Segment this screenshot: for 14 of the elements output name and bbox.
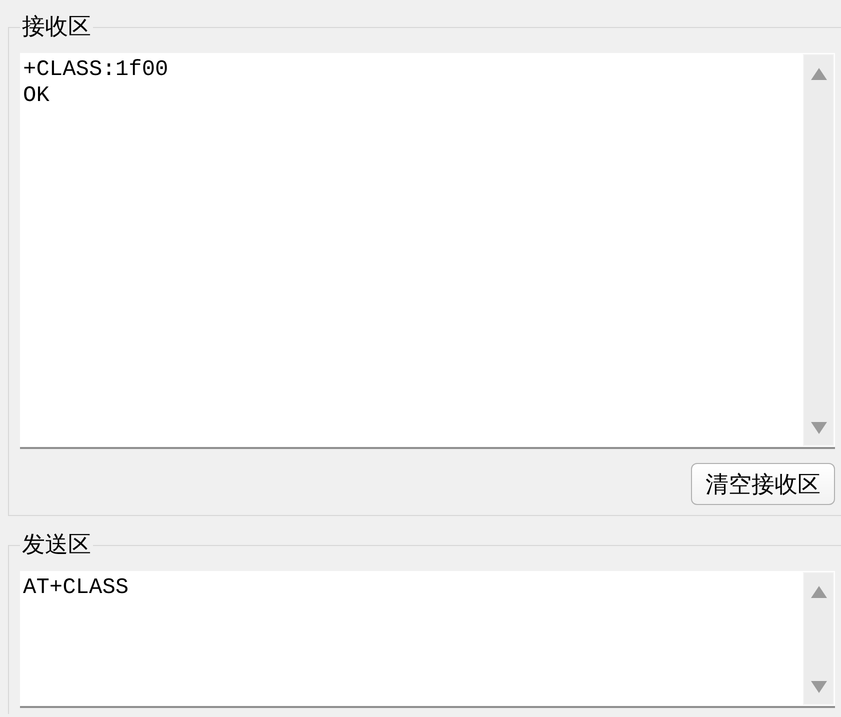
scroll-up-icon[interactable] bbox=[810, 68, 826, 80]
scroll-down-icon[interactable] bbox=[810, 422, 826, 434]
received-line: +CLASS:1f00 bbox=[23, 57, 170, 83]
group-title: 接收区 bbox=[21, 13, 92, 41]
received-line: OK bbox=[23, 83, 50, 109]
scroll-up-icon[interactable] bbox=[810, 586, 826, 598]
send-text: AT+CLASS bbox=[23, 575, 130, 601]
clear-receive-button[interactable]: 清空接收区 bbox=[691, 463, 835, 505]
send-text-area[interactable]: AT+CLASS bbox=[20, 571, 835, 708]
scrollbar[interactable] bbox=[803, 54, 834, 446]
scrollbar[interactable] bbox=[803, 572, 834, 705]
scroll-down-icon[interactable] bbox=[810, 681, 826, 693]
group-title: 发送区 bbox=[21, 531, 92, 559]
receive-text-area[interactable]: +CLASS:1f00 OK bbox=[20, 53, 835, 449]
